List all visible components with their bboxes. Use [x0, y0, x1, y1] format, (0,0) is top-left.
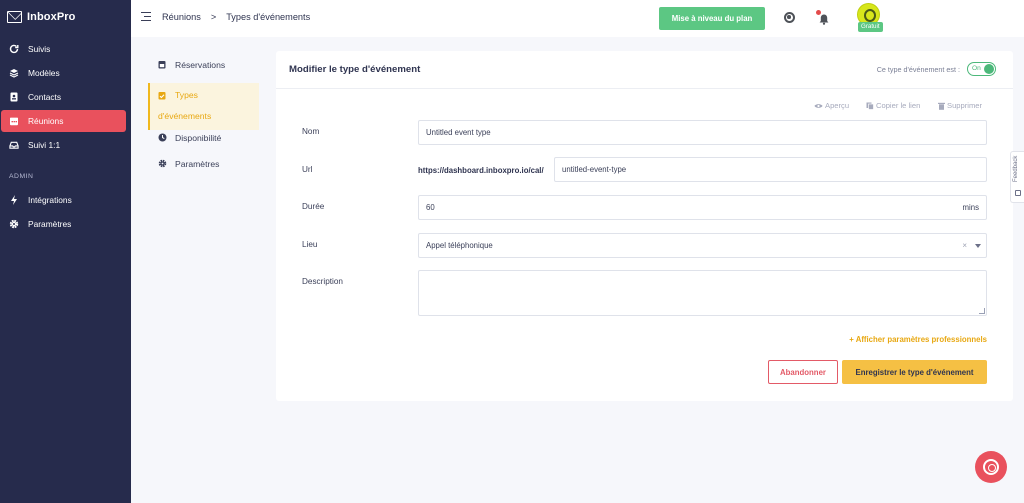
delete-button[interactable]: Supprimer: [938, 101, 982, 110]
sidebar-item-suivi-1-1[interactable]: Suivi 1:1: [1, 134, 126, 156]
plan-badge: Gratuit: [858, 22, 883, 32]
duration-input[interactable]: 60 mins: [418, 195, 987, 220]
url-prefix: https://dashboard.inboxpro.io/cal/: [418, 166, 544, 175]
sidebar-section-admin: ADMIN: [9, 173, 34, 180]
show-pro-settings-link[interactable]: + Afficher paramètres professionnels: [849, 335, 987, 344]
save-event-type-button[interactable]: Enregistrer le type d'événement: [842, 360, 987, 384]
subnav-label-line2: d'événements: [158, 111, 212, 121]
notification-dot: [816, 10, 821, 15]
description-label: Description: [302, 277, 343, 286]
name-label: Nom: [302, 127, 320, 136]
duration-label: Durée: [302, 202, 325, 211]
sidebar-item-reunions[interactable]: Réunions: [1, 110, 126, 132]
sidebar-item-label: Suivis: [28, 44, 51, 54]
event-type-status-toggle[interactable]: On: [967, 62, 996, 76]
chrome-icon[interactable]: [784, 12, 795, 23]
name-input[interactable]: Untitled event type: [418, 120, 987, 145]
copy-label: Copier le lien: [876, 101, 921, 110]
refresh-icon: [9, 44, 19, 54]
breadcrumb-item-reunions[interactable]: Réunions: [162, 12, 201, 22]
breadcrumb-separator: >: [210, 12, 217, 22]
preview-button[interactable]: Aperçu: [814, 101, 849, 110]
help-button[interactable]: [975, 451, 1007, 483]
toggle-label: On: [972, 64, 981, 72]
subnav-event-types[interactable]: Types d'événements: [148, 83, 259, 130]
subnav-label: Réservations: [175, 60, 226, 70]
location-label: Lieu: [302, 240, 318, 249]
feedback-tab[interactable]: Feedback: [1010, 151, 1024, 203]
page-title: Modifier le type d'événement: [289, 64, 421, 75]
clock-icon: [158, 133, 167, 144]
calendar-check-icon: [158, 91, 166, 102]
gear-icon: [158, 159, 167, 170]
status-text: Ce type d'événement est :: [876, 65, 960, 74]
sidebar-item-integrations[interactable]: Intégrations: [1, 189, 126, 211]
sidebar-item-suivis[interactable]: Suivis: [1, 38, 126, 60]
cancel-button[interactable]: Abandonner: [768, 360, 838, 384]
url-label: Url: [302, 165, 313, 174]
clear-icon[interactable]: ×: [962, 241, 967, 250]
envelope-icon: [7, 11, 22, 23]
copy-icon: [866, 102, 874, 110]
breadcrumb: Réunions > Types d'événements: [162, 12, 310, 22]
contact-card-icon: [9, 92, 19, 102]
sidebar-item-parametres[interactable]: Paramètres: [1, 213, 126, 235]
menu-toggle-icon[interactable]: [141, 12, 151, 21]
sidebar-item-contacts[interactable]: Contacts: [1, 86, 126, 108]
app-name: InboxPro: [27, 11, 76, 23]
gear-icon: [9, 219, 19, 229]
top-bar: Réunions > Types d'événements: [131, 0, 1024, 37]
duration-unit: mins: [962, 203, 979, 212]
location-select[interactable]: Appel téléphonique ×: [418, 233, 987, 258]
inbox-tray-icon: [9, 140, 19, 150]
divider: [276, 88, 1013, 89]
name-value: Untitled event type: [426, 128, 491, 137]
trash-icon: [938, 102, 945, 110]
sidebar-item-label: Contacts: [28, 92, 62, 102]
toggle-knob: [984, 64, 994, 74]
upgrade-plan-button[interactable]: Mise à niveau du plan: [659, 7, 765, 30]
sidebar-item-label: Réunions: [28, 116, 64, 126]
sidebar: InboxPro Suivis Modèles Contacts Réunion…: [0, 0, 131, 503]
subnav-label: Paramètres: [175, 159, 220, 169]
event-type-form-card: Modifier le type d'événement Ce type d'é…: [276, 51, 1013, 401]
sidebar-item-label: Intégrations: [28, 195, 72, 205]
url-value: untitled-event-type: [562, 165, 627, 174]
url-slug-input[interactable]: untitled-event-type: [554, 157, 987, 182]
sidebar-item-label: Modèles: [28, 68, 60, 78]
description-textarea[interactable]: [418, 270, 987, 316]
chevron-down-icon[interactable]: [975, 244, 981, 248]
sidebar-item-label: Paramètres: [28, 219, 72, 229]
duration-value: 60: [426, 203, 435, 212]
feedback-label: Feedback: [1013, 155, 1019, 182]
eye-icon: [814, 103, 823, 108]
feedback-icon: [1015, 190, 1021, 196]
subnav-label-line1: Types: [175, 90, 198, 100]
lifebuoy-icon: [983, 459, 999, 475]
copy-link-button[interactable]: Copier le lien: [866, 101, 920, 110]
calendar-icon: [158, 60, 166, 71]
sidebar-item-modeles[interactable]: Modèles: [1, 62, 126, 84]
notification-bell-icon[interactable]: [816, 10, 829, 25]
location-value: Appel téléphonique: [426, 241, 493, 250]
app-logo[interactable]: InboxPro: [7, 11, 75, 23]
sidebar-item-label: Suivi 1:1: [28, 140, 61, 150]
bolt-icon: [9, 195, 19, 205]
subnav-label: Disponibilité: [175, 133, 222, 143]
calendar-icon: [9, 116, 19, 126]
breadcrumb-item-current: Types d'événements: [226, 12, 311, 22]
preview-label: Aperçu: [825, 101, 850, 110]
delete-label: Supprimer: [947, 101, 983, 110]
layers-icon: [9, 68, 19, 78]
